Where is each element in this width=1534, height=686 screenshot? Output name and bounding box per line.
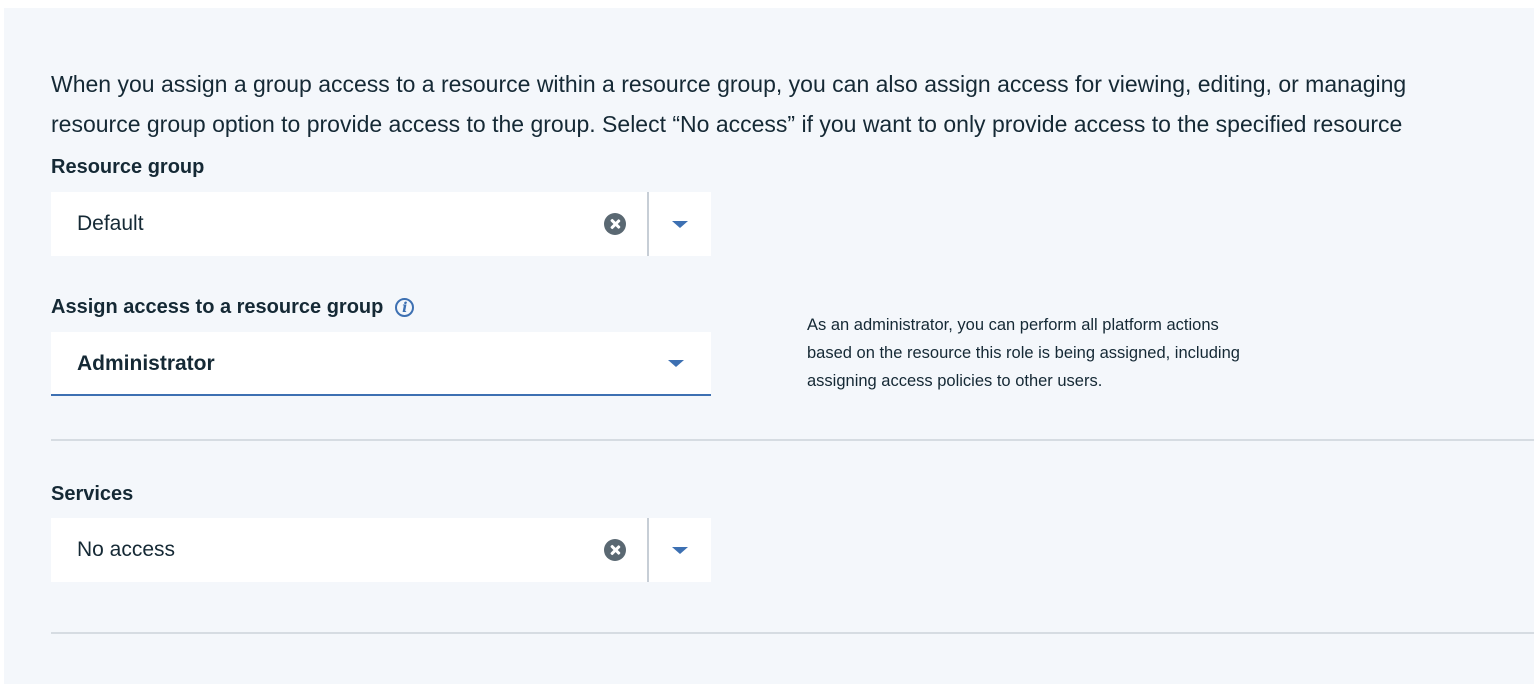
intro-line-2: resource group option to provide access … xyxy=(51,111,1403,137)
services-select[interactable]: No access xyxy=(51,518,711,582)
section-divider xyxy=(51,632,1534,634)
resource-group-value: Default xyxy=(77,212,144,235)
info-icon[interactable]: i xyxy=(395,298,415,317)
assign-access-label-row: Assign access to a resource group i xyxy=(51,296,415,319)
resource-group-label: Resource group xyxy=(51,156,205,178)
assign-access-value: Administrator xyxy=(77,352,215,375)
select-divider xyxy=(647,192,649,256)
role-description: As an administrator, you can perform all… xyxy=(807,316,1240,390)
intro-line-1: When you assign a group access to a reso… xyxy=(51,71,1407,97)
services-label: Services xyxy=(51,483,134,505)
intro-text: When you assign a group access to a reso… xyxy=(51,64,1534,144)
access-panel: When you assign a group access to a reso… xyxy=(4,8,1534,684)
section-divider xyxy=(51,439,1534,441)
assign-access-select[interactable]: Administrator xyxy=(51,332,711,396)
select-divider xyxy=(647,518,649,582)
resource-group-select[interactable]: Default xyxy=(51,192,711,256)
clear-icon[interactable] xyxy=(604,213,626,235)
services-value: No access xyxy=(77,538,176,561)
assign-access-label: Assign access to a resource group xyxy=(51,296,384,318)
chevron-down-icon[interactable] xyxy=(668,360,684,367)
chevron-down-icon[interactable] xyxy=(672,547,688,554)
clear-icon[interactable] xyxy=(604,539,626,561)
chevron-down-icon[interactable] xyxy=(672,221,688,228)
